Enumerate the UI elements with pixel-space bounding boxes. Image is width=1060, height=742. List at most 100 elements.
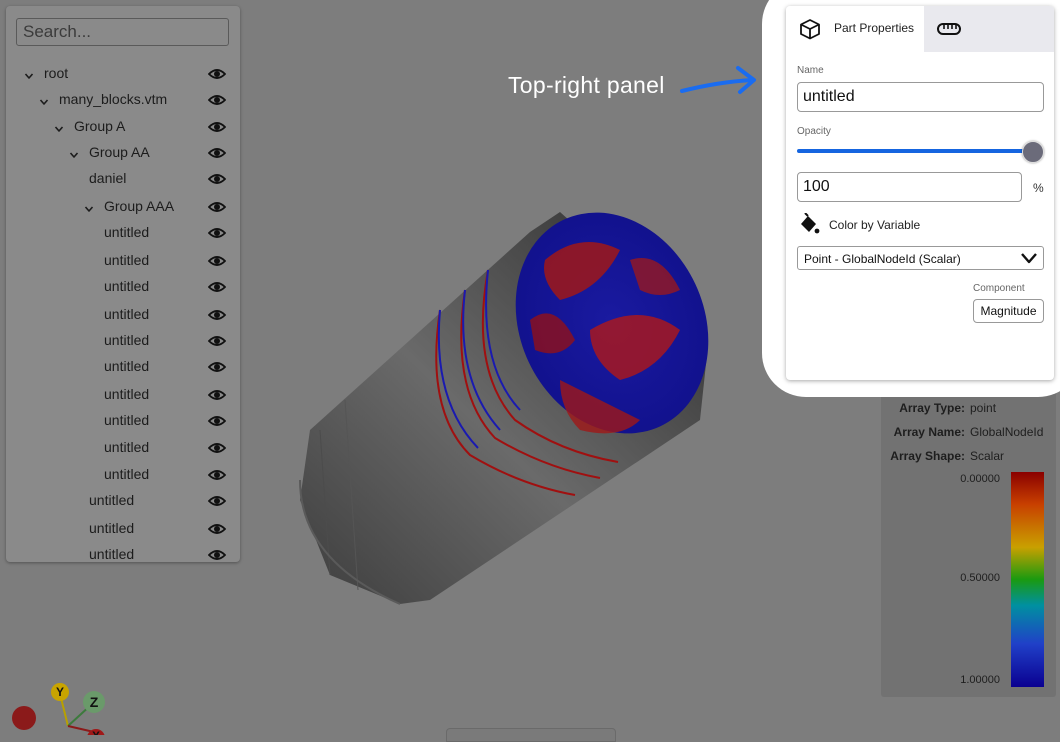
eye-icon[interactable] [207, 468, 227, 482]
chevron-down-icon [1021, 253, 1037, 264]
scalar-bar: Array Type: point Array Name: GlobalNode… [881, 390, 1056, 697]
scale-tick-mid: 0.50000 [960, 572, 1000, 584]
chevron-down-icon[interactable] [84, 201, 94, 212]
tree-item[interactable]: root [6, 62, 240, 86]
eye-icon[interactable] [207, 146, 227, 160]
scale-tick-bottom: 1.00000 [960, 674, 1000, 686]
eye-icon[interactable] [207, 548, 227, 562]
tree-item-label: untitled [104, 278, 150, 294]
tree-item[interactable]: Group AA [6, 141, 240, 165]
eye-icon[interactable] [207, 280, 227, 294]
tree-item-label: untitled [104, 412, 150, 428]
x-axis-label: X [92, 729, 100, 735]
tree-item[interactable]: untitled [6, 463, 240, 487]
tree-item[interactable]: untitled [6, 489, 240, 513]
array-shape-key: Array Shape: [890, 449, 965, 463]
tree-panel: root many_blocks.vtm Group A Group AA daniel… [6, 6, 240, 562]
array-name-value: GlobalNodeId [970, 425, 1044, 439]
tree-item-label: Group A [74, 118, 126, 134]
eye-icon[interactable] [207, 254, 227, 268]
tree-item[interactable]: untitled [6, 543, 240, 567]
tree-item-label: untitled [89, 492, 135, 508]
tree-item[interactable]: untitled [6, 409, 240, 433]
eye-icon[interactable] [207, 360, 227, 374]
eye-icon[interactable] [207, 226, 227, 240]
arrow-icon [680, 66, 756, 94]
eye-icon[interactable] [207, 93, 227, 107]
name-input[interactable] [797, 82, 1044, 112]
tree-item[interactable]: daniel [6, 167, 240, 191]
orientation-axes: Y Z X [12, 683, 105, 735]
tree-item-label: untitled [89, 520, 135, 536]
eye-icon[interactable] [207, 67, 227, 81]
color-gradient [1011, 472, 1044, 687]
tree-item-label: untitled [104, 252, 150, 268]
array-type-key: Array Type: [899, 401, 965, 415]
eye-icon[interactable] [207, 494, 227, 508]
opacity-input[interactable] [797, 172, 1022, 202]
bottom-panel-tab[interactable] [446, 728, 616, 742]
tree-item-label: untitled [104, 439, 150, 455]
opacity-slider-track[interactable] [797, 149, 1034, 153]
tree-item[interactable]: untitled [6, 249, 240, 273]
opacity-slider-thumb[interactable] [1022, 141, 1044, 163]
eye-icon[interactable] [207, 308, 227, 322]
tree-item[interactable]: many_blocks.vtm [6, 88, 240, 112]
tab-part-properties-label: Part Properties [834, 21, 915, 35]
cube-icon [800, 19, 820, 40]
tree-item-label: untitled [104, 224, 150, 240]
component-button[interactable]: Magnitude [973, 299, 1044, 323]
eye-icon[interactable] [207, 172, 227, 186]
tree-item-label: untitled [104, 466, 150, 482]
tree-item-label: Group AA [89, 144, 150, 160]
tree-item-label: untitled [104, 332, 150, 348]
tree-item[interactable]: untitled [6, 517, 240, 541]
tree-item[interactable]: Group AAA [6, 195, 240, 219]
tree-item[interactable]: untitled [6, 303, 240, 327]
opacity-label: Opacity [797, 126, 831, 137]
tree-item[interactable]: untitled [6, 329, 240, 353]
tree-item[interactable]: untitled [6, 275, 240, 299]
tree-item-label: untitled [104, 306, 150, 322]
chevron-down-icon[interactable] [39, 94, 49, 105]
tree-item-label: untitled [89, 546, 135, 562]
tree-item[interactable]: untitled [6, 355, 240, 379]
tab-part-properties[interactable]: Part Properties [786, 6, 924, 52]
tree-item[interactable]: untitled [6, 436, 240, 460]
part-properties-panel: Part Properties Name Opacity % Color by … [786, 6, 1054, 380]
tree-item-label: many_blocks.vtm [59, 91, 168, 107]
tree-item-label: untitled [104, 358, 150, 374]
eye-icon[interactable] [207, 200, 227, 214]
percent-sign: % [1033, 181, 1044, 195]
array-type-value: point [970, 401, 997, 415]
scale-tick-top: 0.00000 [960, 473, 1000, 485]
eye-icon[interactable] [207, 522, 227, 536]
eye-icon[interactable] [207, 120, 227, 134]
search-input[interactable] [16, 18, 229, 46]
chevron-down-icon[interactable] [54, 121, 64, 132]
eye-icon[interactable] [207, 414, 227, 428]
y-axis-label: Y [56, 685, 64, 699]
annotation-label: Top-right panel [508, 72, 665, 98]
z-axis-label: Z [90, 694, 99, 710]
color-by-label: Color by Variable [829, 218, 921, 232]
tree-item[interactable]: Group A [6, 115, 240, 139]
tree-item[interactable]: untitled [6, 221, 240, 245]
array-name-key: Array Name: [893, 425, 965, 439]
name-label: Name [797, 65, 824, 76]
tree-item-label: Group AAA [104, 198, 175, 214]
color-by-select[interactable]: Point - GlobalNodeId (Scalar) [797, 246, 1044, 270]
paint-bucket-icon [801, 213, 820, 234]
eye-icon[interactable] [207, 334, 227, 348]
eye-icon[interactable] [207, 388, 227, 402]
tree-item[interactable]: untitled [6, 383, 240, 407]
color-by-value: Point - GlobalNodeId (Scalar) [804, 252, 961, 266]
panel-tabbar: Part Properties [786, 6, 1054, 52]
ruler-icon[interactable] [936, 21, 962, 37]
array-shape-value: Scalar [970, 449, 1005, 463]
eye-icon[interactable] [207, 441, 227, 455]
tree-item-label: untitled [104, 386, 150, 402]
chevron-down-icon[interactable] [69, 147, 79, 158]
component-label: Component [973, 283, 1025, 294]
chevron-down-icon[interactable] [24, 68, 34, 79]
